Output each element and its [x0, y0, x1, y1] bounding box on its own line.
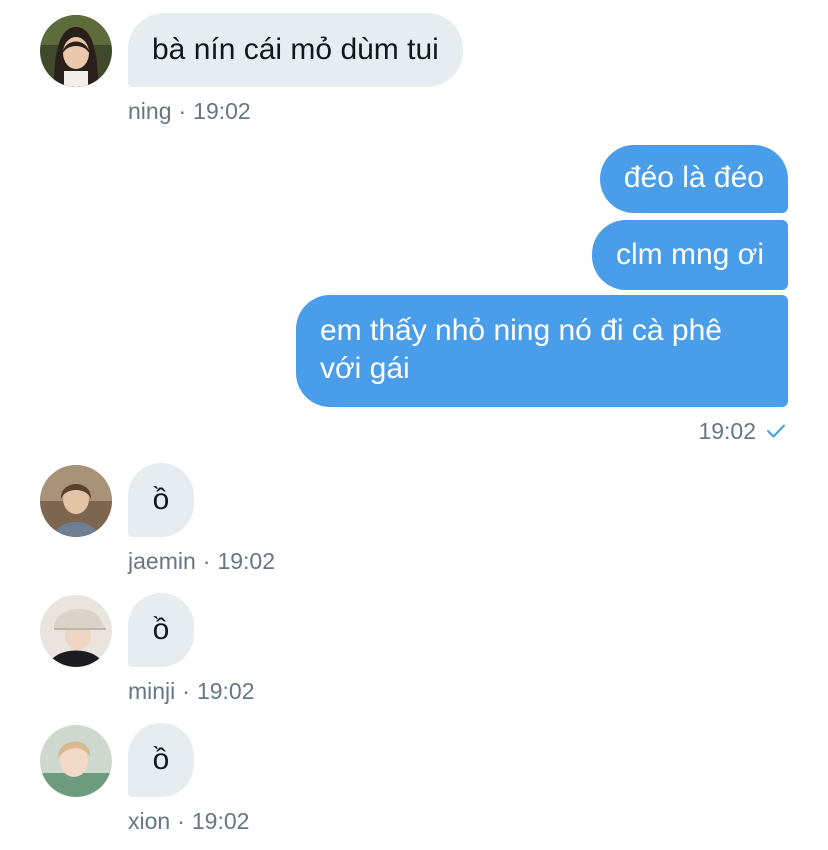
sender-name: jaemin — [128, 548, 196, 574]
minji-avatar-icon — [40, 595, 112, 667]
message-text: ồ — [152, 483, 170, 516]
xion-avatar-icon — [40, 725, 112, 797]
check-icon — [766, 423, 786, 439]
sender-name: ning — [128, 98, 172, 124]
ning-avatar-icon — [40, 15, 112, 87]
message-text: ồ — [152, 743, 170, 776]
sent-status: 19:02 — [698, 417, 786, 445]
avatar-jaemin[interactable] — [40, 465, 112, 537]
message-meta-xion: xion · 19:02 — [128, 808, 250, 834]
avatar-ning[interactable] — [40, 15, 112, 87]
message-meta-ning: ning · 19:02 — [128, 98, 251, 124]
message-meta-jaemin: jaemin · 19:02 — [128, 548, 275, 574]
avatar-minji[interactable] — [40, 595, 112, 667]
message-bubble-ning[interactable]: bà nín cái mỏ dùm tui — [128, 13, 463, 87]
message-bubble-sent[interactable]: clm mng ơi — [591, 220, 788, 290]
message-text: ồ — [152, 613, 170, 646]
message-time: 19:02 — [217, 548, 275, 574]
message-text: clm mng ơi — [615, 238, 764, 271]
message-text: đéo là đéo — [623, 161, 764, 194]
message-bubble-xion[interactable]: ồ — [128, 723, 194, 797]
message-time: 19:02 — [191, 808, 250, 834]
message-time: 19:02 — [193, 98, 251, 124]
message-bubble-jaemin[interactable]: ồ — [128, 463, 194, 537]
message-text: bà nín cái mỏ dùm tui — [152, 33, 439, 66]
message-time: 19:02 — [196, 678, 255, 704]
avatar-xion[interactable] — [40, 725, 112, 797]
jaemin-avatar-icon — [40, 465, 112, 537]
message-bubble-sent[interactable]: đéo là đéo — [599, 145, 788, 213]
sender-name: minji — [128, 678, 176, 704]
message-bubble-sent[interactable]: em thấy nhỏ ning nó đi cà phê với gái — [296, 295, 788, 407]
message-time: 19:02 — [698, 418, 756, 444]
message-bubble-minji[interactable]: ồ — [128, 593, 194, 667]
sender-name: xion — [128, 808, 171, 834]
message-text: em thấy nhỏ ning nó đi cà phê với gái — [320, 314, 722, 385]
message-meta-minji: minji · 19:02 — [128, 678, 255, 704]
